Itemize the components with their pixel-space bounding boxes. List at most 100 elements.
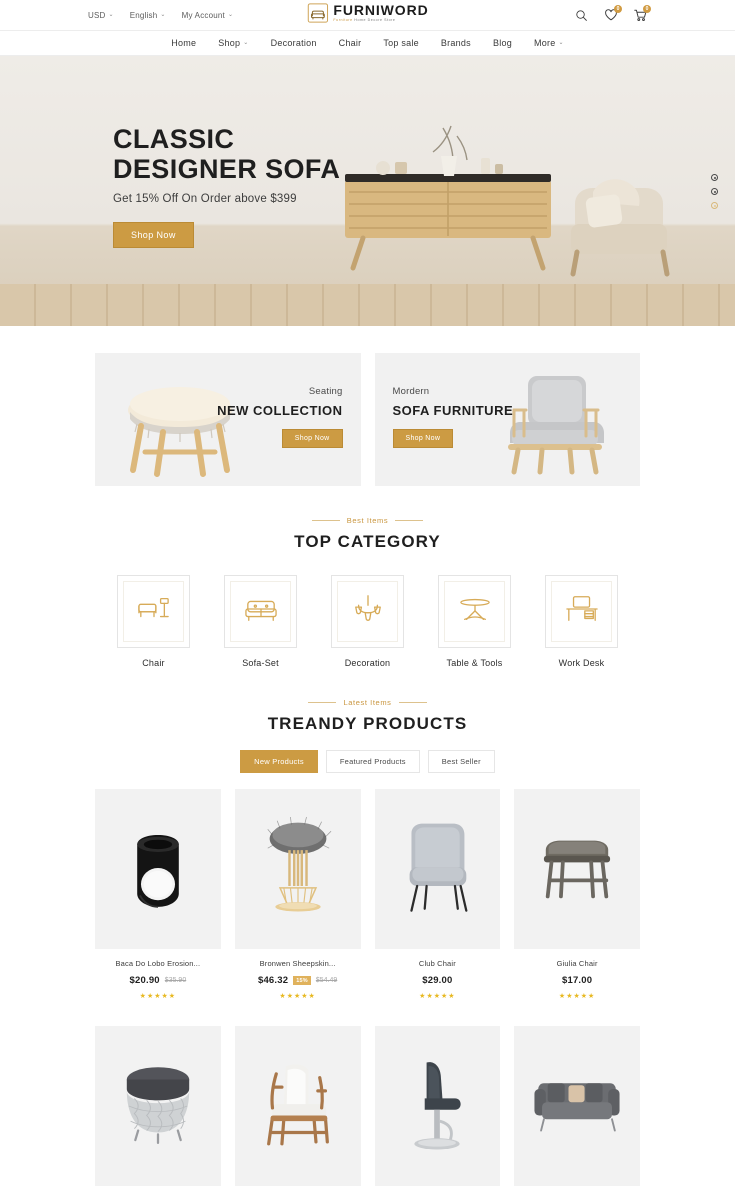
category-item-work-desk[interactable]: Work Desk (545, 575, 618, 668)
section-kicker: Latest Items (0, 698, 735, 707)
nav-item-shop[interactable]: Shop ⌄ (218, 38, 248, 48)
category-item-decoration[interactable]: Decoration (331, 575, 404, 668)
hero-dot-2[interactable] (711, 188, 718, 195)
nav-item-brands[interactable]: Brands (441, 38, 471, 48)
nav-item-more[interactable]: More ⌄ (534, 38, 564, 48)
product-info: Giulia Chair $17.00 ★★★★★ (514, 949, 640, 1000)
cart-icon[interactable]: 0 (632, 4, 651, 23)
product-price-row: $17.00 (514, 975, 640, 986)
quilted-ottoman-art (106, 1049, 210, 1163)
nav-label: Chair (338, 38, 362, 48)
product-card[interactable]: Baca Do Lobo Erosion... $20.90 $35.90 ★★… (95, 789, 221, 1000)
bar-stool-art (385, 1049, 489, 1163)
hero-dot-3[interactable] (711, 202, 718, 209)
nav-item-home[interactable]: Home (171, 38, 196, 48)
category-item-chair[interactable]: Chair (117, 575, 190, 668)
product-image[interactable] (95, 1026, 221, 1186)
chevron-down-icon: ⌄ (558, 40, 564, 46)
category-label: Table & Tools (446, 658, 503, 668)
product-grid-row-2 (0, 1010, 735, 1186)
product-name[interactable]: Baca Do Lobo Erosion... (95, 959, 221, 968)
wishlist-icon[interactable]: 0 (603, 4, 622, 23)
nav-label: Brands (440, 38, 471, 48)
nav-label: Decoration (270, 38, 317, 48)
nav-label: Home (171, 38, 197, 48)
currency-selector[interactable]: USD ⌄ (88, 11, 114, 20)
currency-label: USD (88, 10, 106, 20)
wood-bench-art (525, 812, 629, 926)
tab-featured-products[interactable]: Featured Products (325, 750, 420, 773)
product-card[interactable] (374, 1026, 501, 1186)
product-image[interactable] (514, 1026, 640, 1186)
product-rating-stars: ★★★★★ (279, 993, 316, 1000)
product-rating-stars: ★★★★★ (558, 993, 596, 1000)
category-icon-box (224, 575, 297, 648)
tab-best-seller[interactable]: Best Seller (427, 750, 495, 773)
section-title: TREANDY PRODUCTS (267, 714, 468, 733)
site-logo[interactable]: FURNIWORD Furniture Home Decore Store (306, 2, 428, 24)
nav-item-decoration[interactable]: Decoration (271, 38, 317, 48)
promo-kicker: Mordern (392, 386, 430, 397)
hero-dot-1[interactable] (711, 174, 718, 181)
promo-shop-now-button[interactable]: Shop Now (281, 429, 343, 448)
nav-item-chair[interactable]: Chair (339, 38, 362, 48)
chair-lamp-icon (135, 593, 173, 630)
language-selector[interactable]: English ⌄ (130, 11, 166, 20)
product-image[interactable] (234, 1026, 361, 1186)
product-card[interactable] (514, 1026, 640, 1186)
cart-count-badge: 0 (643, 4, 651, 13)
product-card[interactable] (234, 1026, 361, 1186)
product-price: $17.00 (561, 975, 593, 986)
product-image[interactable] (95, 789, 221, 949)
product-image[interactable] (374, 1026, 501, 1186)
promo-title: NEW COLLECTION (217, 403, 343, 418)
product-old-price: $54.49 (315, 977, 338, 984)
hero-slider-dots (711, 174, 718, 209)
product-name[interactable]: Club Chair (375, 959, 501, 968)
product-image[interactable] (374, 789, 501, 949)
product-grid-row-1: Baca Do Lobo Erosion... $20.90 $35.90 ★★… (0, 773, 735, 1000)
search-icon[interactable] (574, 8, 589, 23)
product-card[interactable]: Club Chair $29.00 ★★★★★ (374, 789, 501, 1000)
product-price-row: $29.00 (375, 975, 501, 986)
logo-name: FURNIWORD (333, 2, 429, 19)
category-item-table-and-tools[interactable]: Table & Tools (438, 575, 511, 668)
category-item-sofa-set[interactable]: Sofa-Set (224, 575, 297, 668)
product-card[interactable]: Bronwen Sheepskin... $46.32 15% $54.49 ★… (234, 789, 361, 1000)
hero-shop-now-button[interactable]: Shop Now (113, 222, 194, 249)
product-image[interactable] (234, 789, 361, 949)
section-title: TOP CATEGORY (294, 532, 441, 551)
topbar-left-links: USD ⌄ English ⌄ My Account ⌄ (88, 11, 233, 20)
my-account-label: My Account (181, 10, 225, 20)
product-image[interactable] (514, 789, 640, 949)
product-name[interactable]: Giulia Chair (514, 959, 640, 968)
promo-text-block: Seating NEW COLLECTION Shop Now (217, 386, 343, 448)
top-utility-bar: USD ⌄ English ⌄ My Account ⌄ FURNIWORD F… (0, 0, 735, 30)
sofa-logo-icon (306, 2, 328, 24)
section-header: Best Items TOP CATEGORY (0, 516, 735, 552)
my-account-menu[interactable]: My Account ⌄ (182, 11, 234, 20)
black-vessel-art (106, 812, 210, 926)
chevron-down-icon: ⌄ (160, 12, 166, 18)
product-name[interactable]: Bronwen Sheepskin... (235, 959, 361, 968)
hero-title: CLASSIC DESIGNER SOFA (113, 124, 413, 184)
product-filter-tabs: New Products Featured Products Best Sell… (0, 750, 735, 773)
product-card[interactable] (95, 1026, 221, 1186)
promo-shop-now-button[interactable]: Shop Now (392, 429, 454, 448)
nav-item-top-sale[interactable]: Top sale (383, 38, 419, 48)
product-card[interactable]: Giulia Chair $17.00 ★★★★★ (514, 789, 640, 1000)
nav-item-blog[interactable]: Blog (493, 38, 512, 48)
nav-label: More (533, 38, 556, 48)
grey-club-chair-art (385, 812, 489, 926)
category-label: Sofa-Set (242, 658, 279, 668)
fur-stool-art (246, 812, 350, 926)
promo-banner-new-collection[interactable]: Seating NEW COLLECTION Shop Now (95, 353, 361, 486)
chevron-down-icon: ⌄ (108, 12, 114, 18)
trendy-products-section: Latest Items TREANDY PRODUCTS New Produc… (0, 668, 735, 1186)
promo-banner-sofa-furniture[interactable]: Mordern SOFA FURNITURE Shop Now (374, 353, 640, 486)
logo-text: FURNIWORD Furniture Home Decore Store (333, 3, 428, 23)
tab-new-products[interactable]: New Products (240, 750, 318, 773)
sofa-icon (242, 593, 280, 630)
product-info: Baca Do Lobo Erosion... $20.90 $35.90 ★★… (95, 949, 221, 1000)
category-icon-box (117, 575, 190, 648)
